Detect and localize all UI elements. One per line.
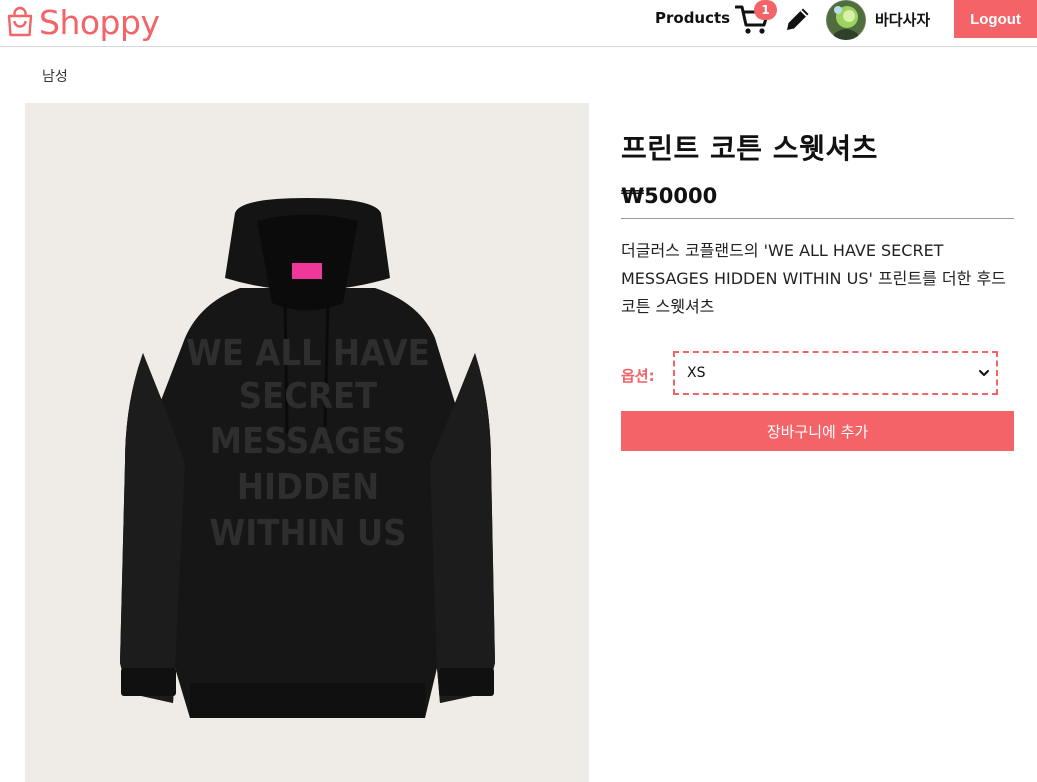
brand-logo-link[interactable]: Shoppy: [3, 0, 160, 44]
product-price: ₩50000: [621, 184, 718, 208]
product-description: 더글러스 코플랜드의 'WE ALL HAVE SECRET MESSAGES …: [621, 241, 1006, 316]
product-title: 프린트 코튼 스웻셔츠: [621, 132, 878, 165]
products-link[interactable]: Products: [655, 9, 730, 27]
print-line-2: SECRET: [239, 376, 377, 417]
cart-count-badge: 1: [754, 0, 777, 20]
print-line-5: WITHIN US: [209, 513, 406, 554]
brand-name: Shoppy: [39, 2, 160, 42]
shopping-bag-icon: [7, 6, 33, 37]
print-line-3: MESSAGES: [210, 421, 407, 462]
print-line-4: HIDDEN: [237, 467, 379, 508]
add-to-cart-button[interactable]: 장바구니에 추가: [621, 411, 1014, 451]
top-nav: Shoppy Products 1 바다사자 Logout: [0, 0, 1037, 47]
divider: [621, 218, 1014, 219]
product-image: WE ALL HAVE SECRET MESSAGES HIDDEN WITHI…: [25, 103, 589, 782]
option-selected-value: XS: [687, 365, 706, 381]
pencil-icon[interactable]: [784, 5, 812, 33]
chevron-down-icon: [979, 370, 989, 376]
option-label: 옵션:: [621, 367, 655, 385]
avatar[interactable]: [826, 0, 866, 40]
logout-button[interactable]: Logout: [954, 0, 1037, 38]
hoodie-illustration: WE ALL HAVE SECRET MESSAGES HIDDEN WITHI…: [120, 198, 495, 718]
option-select[interactable]: XS: [673, 351, 998, 395]
avatar-image: [826, 0, 866, 40]
user-name: 바다사자: [875, 11, 931, 29]
print-line-1: WE ALL HAVE: [186, 333, 430, 374]
product-category: 남성: [42, 69, 68, 85]
